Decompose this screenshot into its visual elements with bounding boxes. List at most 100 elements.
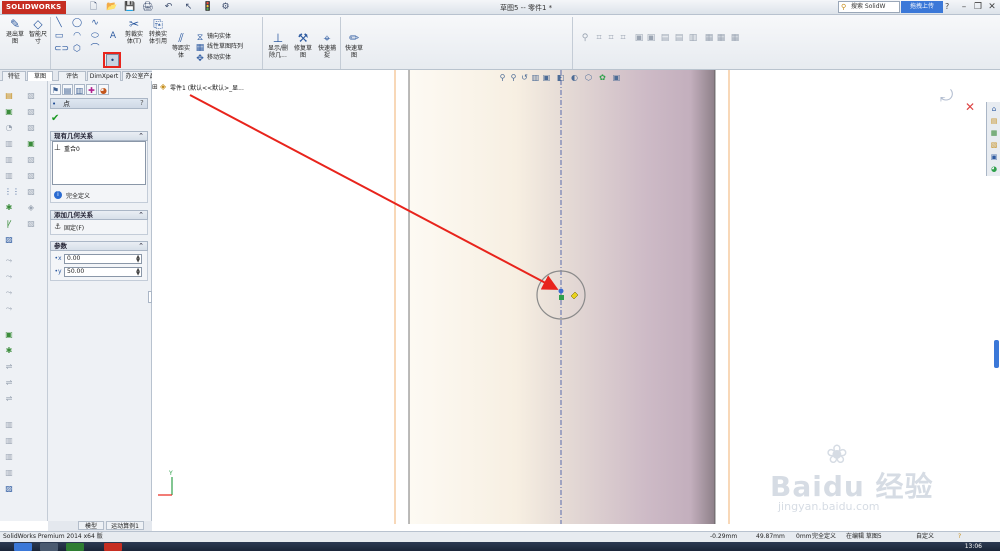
fillet-icon[interactable]: ⌒ [90, 44, 100, 54]
tool-icon[interactable]: ⇌ [4, 394, 14, 404]
tool-icon[interactable]: ▧ [26, 91, 36, 101]
repair-sketch-button[interactable]: ⚒ 修复草 图 [292, 31, 314, 59]
start-icon[interactable] [14, 543, 32, 551]
tool-icon[interactable]: ▥ [4, 420, 14, 430]
line-icon[interactable]: ╲ [54, 18, 64, 28]
graphics-area[interactable]: Y [152, 70, 1000, 524]
tab-evaluate[interactable]: 评估 [58, 71, 86, 81]
status-help-icon[interactable]: ? [958, 532, 961, 542]
tool-icon[interactable]: ▥ [4, 468, 14, 478]
taskbar-app-icon[interactable] [66, 543, 84, 551]
tool-icon[interactable]: ◔ [4, 123, 14, 133]
offset-entities-button[interactable]: ⫽ 等距实 体 [171, 31, 191, 59]
smart-dimension-button[interactable]: ◇ 智能尺 寸 [28, 17, 48, 45]
text-icon[interactable]: A [108, 31, 118, 41]
display-style-icon[interactable]: ◧ [556, 73, 565, 83]
exit-sketch-button[interactable]: ✎ 退出草 图 [3, 17, 27, 45]
tool-icon[interactable]: ⤳ [4, 304, 14, 314]
options-icon[interactable]: ⚙ [220, 2, 231, 13]
scene-icon[interactable]: ✿ [598, 73, 607, 83]
hide-show-icon[interactable]: ◐ [570, 73, 579, 83]
ok-check-icon[interactable]: ✔ [51, 113, 59, 124]
tool-icon[interactable]: ▧ [26, 123, 36, 133]
tool-icon[interactable]: ▥ [4, 139, 14, 149]
tool-icon[interactable]: ▧ [26, 171, 36, 181]
tab-model[interactable]: 模型 [78, 521, 104, 530]
collapse-icon[interactable]: ⌃ [138, 132, 144, 141]
circle-icon[interactable]: ◯ [72, 18, 82, 28]
view-orientation-icon[interactable]: ▣ [542, 73, 551, 83]
taskbar-app-icon[interactable] [40, 543, 58, 551]
tool-icon[interactable]: ▥ [4, 452, 14, 462]
tool-icon[interactable]: ▣ [4, 330, 14, 340]
pattern-icon[interactable]: ⋮⋮ [4, 187, 20, 197]
add-relations-header[interactable]: 添加几何关系 ⌃ [50, 210, 148, 220]
parameters-header[interactable]: 参数 ⌃ [50, 241, 148, 251]
tool-icon[interactable]: ⇌ [4, 362, 14, 372]
tab-dimxpert[interactable]: DimXpert [87, 71, 121, 81]
print-icon[interactable]: 🖨 [142, 2, 153, 13]
tool-icon[interactable]: ◈ [26, 203, 36, 213]
tab-motion-study[interactable]: 运动算例1 [106, 521, 144, 530]
confirmation-corner-icon[interactable]: ⤾ [940, 86, 953, 106]
tool-icon[interactable]: ⤳ [4, 288, 14, 298]
polygon-icon[interactable]: ⬡ [72, 44, 82, 54]
tool-icon[interactable]: ✱ [4, 346, 14, 356]
tool-icon[interactable]: ▧ [26, 219, 36, 229]
tool-icon[interactable]: ▧ [26, 155, 36, 165]
ellipse-icon[interactable]: ⬭ [90, 31, 100, 41]
y-spinner[interactable]: ▲ ▼ [136, 268, 140, 277]
save-icon[interactable]: 💾 [124, 2, 135, 13]
rebuild-icon[interactable]: 🚦 [202, 2, 213, 13]
tab-features[interactable]: 特征 [2, 71, 26, 81]
tool-icon[interactable]: ▥ [4, 155, 14, 165]
tool-icon[interactable]: ⇌ [4, 378, 14, 388]
feature-tree-root[interactable]: 零件1 (默认<<默认>_显... [170, 83, 244, 92]
previous-view-icon[interactable]: ↺ [520, 73, 529, 83]
tool-icon[interactable]: ▧ [26, 187, 36, 197]
collapse-icon[interactable]: ⌃ [138, 211, 144, 220]
open-icon[interactable]: 📂 [106, 2, 117, 13]
sketch-point[interactable] [558, 288, 564, 294]
x-spinner[interactable]: ▲ ▼ [136, 255, 140, 264]
convert-entities-button[interactable]: ⎘ 转换实 体引用 [146, 17, 170, 45]
tool-icon[interactable]: ▥ [4, 436, 14, 446]
arc-icon[interactable]: ◠ [72, 31, 82, 41]
sketch-icon[interactable]: ▨ [4, 484, 14, 494]
relation-item[interactable]: 重合0 [64, 144, 80, 153]
section-view-icon[interactable]: ▥ [531, 73, 540, 83]
slot-icon[interactable]: ⊂⊃ [54, 44, 69, 54]
help-icon[interactable]: ? [140, 99, 144, 107]
rapid-sketch-button[interactable]: ✏ 快速草 图 [343, 31, 365, 59]
quick-snaps-button[interactable]: ⌖ 快速捕 捉 [316, 31, 338, 59]
tool-icon[interactable]: ▧ [26, 107, 36, 117]
new-document-icon[interactable]: 🗋 [88, 2, 99, 13]
search-input[interactable]: 搜索 SolidW [838, 1, 900, 13]
feature-manager-icon[interactable]: ⚑ [50, 84, 61, 95]
view-scroll-handle[interactable] [994, 340, 999, 368]
help-dropdown[interactable]: ? [945, 1, 955, 13]
tool-icon[interactable]: ⤳ [4, 256, 14, 266]
tool-icon[interactable]: ▥ [4, 171, 14, 181]
custom-properties-icon[interactable]: ◕ [989, 164, 999, 174]
close-button[interactable]: ✕ [986, 1, 998, 13]
display-manager-icon[interactable]: ◕ [98, 84, 109, 95]
solidworks-logo[interactable]: SOLIDWORKS [2, 1, 66, 14]
restore-button[interactable]: ❐ [972, 1, 984, 13]
tool-icon[interactable]: ✱ [4, 203, 14, 213]
view-settings-icon[interactable]: ▣ [612, 73, 621, 83]
move-entities-button[interactable]: 移动实体 [207, 54, 231, 62]
resources-icon[interactable]: ⌂ [989, 104, 999, 114]
tree-expand-icon[interactable]: ⊞ [152, 83, 158, 91]
linear-pattern-button[interactable]: 线性草图阵列 [207, 43, 243, 51]
y-coordinate-input[interactable]: 50.00 ▲ ▼ [64, 267, 142, 277]
collapse-icon[interactable]: ⌃ [138, 242, 144, 251]
trim-entities-button[interactable]: ✂ 剪裁实 体(T) [122, 17, 146, 45]
tab-sketch[interactable]: 草图 [27, 71, 53, 81]
dimxpert-icon[interactable]: ✚ [86, 84, 97, 95]
cancel-icon[interactable]: ✕ [965, 100, 975, 114]
configuration-manager-icon[interactable]: ▥ [74, 84, 85, 95]
mirror-entities-button[interactable]: 镜向实体 [207, 33, 231, 41]
edit-appearance-icon[interactable]: ⬡ [584, 73, 593, 83]
taskbar-solidworks-icon[interactable] [104, 543, 122, 551]
